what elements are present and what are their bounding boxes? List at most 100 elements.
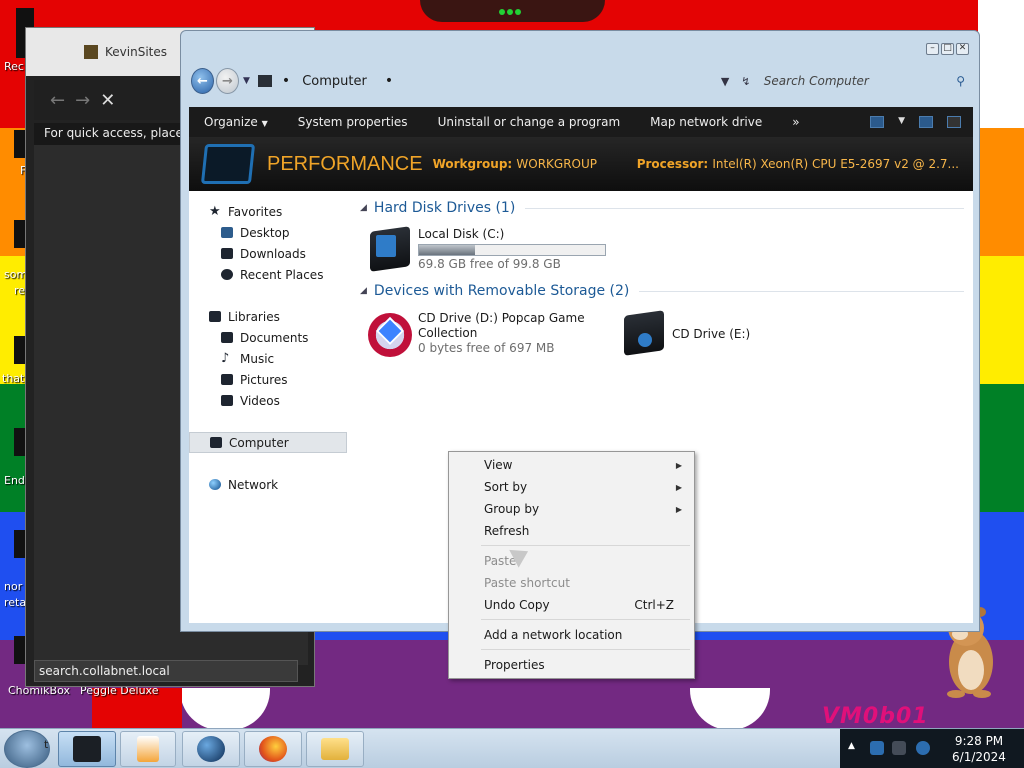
menu-item-refresh[interactable]: Refresh [451,520,692,542]
taskbar-folder[interactable] [306,731,364,767]
more-commands-button[interactable]: » [777,115,814,129]
search-input[interactable]: Search Computer ⚲ [762,68,971,94]
map-network-drive-button[interactable]: Map network drive [635,115,777,129]
view-dropdown-icon[interactable]: ▼ [898,116,905,128]
submenu-arrow-icon: ▶ [675,482,682,492]
breadcrumb-computer[interactable]: Computer [302,74,367,89]
nav-label: Pictures [240,372,288,387]
breadcrumb-separator-icon[interactable]: • [385,73,393,89]
navigation-pane: ★ Favorites Desktop Downloads Recent Pla… [189,191,349,623]
downloads-icon [221,248,233,259]
nav-pictures[interactable]: Pictures [189,369,349,390]
drive-free-space: 0 bytes free of 697 MB [418,341,555,355]
menu-item-group-by[interactable]: Group by ▶ [451,498,692,520]
change-view-icon[interactable] [870,116,885,128]
forward-arrow-icon[interactable]: → [75,90,90,111]
menu-item-undo-copy[interactable]: Undo Copy Ctrl+Z [451,594,692,616]
nav-label: Libraries [228,309,280,324]
computer-name: PERFORMANCE [267,152,423,175]
uninstall-program-button[interactable]: Uninstall or change a program [423,115,636,129]
forward-button[interactable]: → [216,68,239,94]
nav-desktop[interactable]: Desktop [189,222,349,243]
menu-label: Refresh [484,524,530,538]
back-arrow-icon[interactable]: ← [50,90,65,111]
organize-button[interactable]: Organize ▼ [189,115,283,129]
recent-pages-dropdown-icon[interactable]: ▼ [243,76,250,86]
refresh-icon[interactable]: ↯ [741,75,750,88]
menu-item-view[interactable]: View ▶ [451,454,692,476]
taskbar-globe-app[interactable] [182,731,240,767]
address-dropdown-icon[interactable]: ▼ [721,75,729,88]
desktop-label: reta [4,596,27,609]
folder-icon [321,738,349,760]
desktop-label: Rec [4,60,24,73]
firefox-icon [259,736,287,762]
desktop-label: re [14,284,26,297]
nav-videos[interactable]: Videos [189,390,349,411]
address-bar[interactable]: • Computer • [276,68,731,94]
nav-label: Computer [229,435,289,450]
recent-places-icon [221,269,233,280]
site-favicon-icon [84,45,98,59]
minimize-button[interactable]: – [926,43,939,55]
nav-recent-places[interactable]: Recent Places [189,264,349,285]
monitor-icon [200,144,256,184]
nav-label: Videos [240,393,280,408]
show-hidden-icons-icon[interactable]: ▲ [848,741,855,751]
media-player-icon [137,736,159,762]
help-icon[interactable] [947,116,961,128]
nav-music[interactable]: ♪ Music [189,348,349,369]
section-divider [639,290,964,292]
desktop-label: End [4,474,25,487]
taskbar-media-player[interactable] [120,731,176,767]
breadcrumb-separator-icon: • [281,73,291,89]
section-title: Hard Disk Drives (1) [373,200,516,216]
nav-label: Desktop [240,225,290,240]
explorer-icon [73,736,101,762]
menu-item-sort-by[interactable]: Sort by ▶ [451,476,692,498]
drive-c[interactable]: Local Disk (C:) 69.8 GB free of 99.8 GB [366,226,606,275]
clock[interactable]: 9:28 PM 6/1/2024 [940,733,1018,765]
taskbar-explorer[interactable] [58,731,116,767]
nav-favorites[interactable]: ★ Favorites [189,201,349,222]
drive-d[interactable]: CD Drive (D:) Popcap Game Collection 0 b… [366,311,585,359]
section-header[interactable]: ◢ Devices with Removable Storage (2) [360,283,964,299]
section-removable: ◢ Devices with Removable Storage (2) [354,283,964,305]
view-controls: ▼ [870,116,973,128]
volume-icon[interactable] [916,741,930,755]
nav-label: Favorites [228,204,283,219]
preview-pane-icon[interactable] [919,116,933,128]
drive-name-line1: CD Drive (D:) Popcap Game [418,311,585,325]
menu-item-properties[interactable]: Properties [451,654,692,676]
processor-info: Processor: Intel(R) Xeon(R) CPU E5-2697 … [637,157,959,171]
nav-downloads[interactable]: Downloads [189,243,349,264]
network-tray-icon[interactable] [892,741,906,755]
security-shield-icon[interactable] [870,741,884,755]
nav-documents[interactable]: Documents [189,327,349,348]
search-placeholder: Search Computer [763,74,869,88]
desktop-icon [221,227,233,238]
close-icon[interactable]: ✕ [100,90,115,111]
section-header[interactable]: ◢ Hard Disk Drives (1) [360,200,964,216]
chevron-down-icon: ▼ [261,119,268,128]
maximize-button[interactable]: □ [941,43,954,55]
hard-disk-icon [366,226,412,275]
drive-e[interactable]: CD Drive (E:) [620,310,750,359]
nav-network[interactable]: Network [189,474,349,495]
nav-label: Downloads [240,246,306,261]
libraries-icon [209,311,221,322]
system-properties-button[interactable]: System properties [283,115,423,129]
game-disc-icon [366,311,412,359]
network-icon [209,479,221,490]
collapse-icon: ◢ [360,286,367,296]
address-tools: ▼ ↯ [721,75,756,88]
nav-libraries[interactable]: Libraries [189,306,349,327]
search-icon[interactable]: ⚲ [956,74,965,88]
workgroup-label: Workgroup: [432,157,513,171]
close-button[interactable]: ✕ [956,43,969,55]
nav-computer[interactable]: Computer [189,432,347,453]
taskbar-firefox[interactable] [244,731,302,767]
section-title: Devices with Removable Storage (2) [373,283,630,299]
menu-item-add-network-location[interactable]: Add a network location [451,624,692,646]
back-button[interactable]: ← [191,68,214,94]
